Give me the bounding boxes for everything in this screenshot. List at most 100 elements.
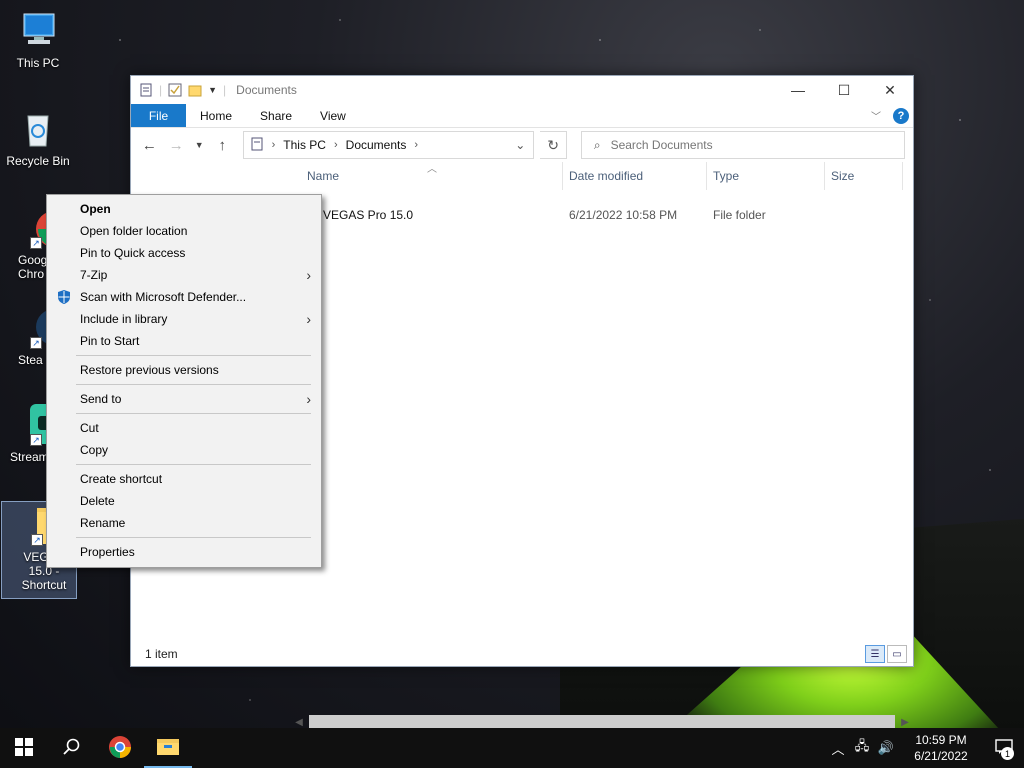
chevron-up-icon[interactable]: ︿ <box>826 739 850 758</box>
clock-date: 6/21/2022 <box>914 749 968 763</box>
scroll-left-icon[interactable]: ◀ <box>291 717 307 728</box>
menu-item-open-folder-location[interactable]: Open folder location <box>47 220 321 242</box>
menu-item-open[interactable]: Open <box>47 198 321 220</box>
file-date: 6/21/2022 10:58 PM <box>569 208 678 222</box>
maximize-icon[interactable]: ☐ <box>821 76 867 104</box>
refresh-icon[interactable]: ↻ <box>540 131 567 159</box>
menu-separator <box>76 413 311 414</box>
tab-share[interactable]: Share <box>246 104 306 127</box>
file-row[interactable]: VEGAS Pro 15.0 6/21/2022 10:58 PM File f… <box>301 204 903 226</box>
menu-separator <box>76 464 311 465</box>
back-arrow-icon[interactable]: ← <box>139 134 160 156</box>
address-bar[interactable]: › This PC › Documents › ⌄ <box>242 131 535 159</box>
menu-item-scan-defender[interactable]: Scan with Microsoft Defender... <box>47 286 321 308</box>
help-icon[interactable]: ? <box>893 107 909 124</box>
forward-arrow-icon[interactable]: → <box>166 134 187 156</box>
monitor-icon <box>16 8 60 52</box>
shortcut-arrow-icon: ↗ <box>31 534 43 546</box>
menu-item-include-in-library[interactable]: Include in library › <box>47 308 321 330</box>
breadcrumb-separator[interactable]: › <box>334 139 338 151</box>
menu-separator <box>76 355 311 356</box>
location-icon <box>250 137 264 154</box>
ribbon-tabs: File Home Share View ﹀ ? <box>131 104 913 128</box>
menu-item-create-shortcut[interactable]: Create shortcut <box>47 468 321 490</box>
minimize-icon[interactable]: — <box>775 76 821 104</box>
context-menu: Open Open folder location Pin to Quick a… <box>46 194 322 568</box>
quick-access-toolbar: | ▼ | <box>139 83 226 97</box>
navigation-bar: ← → ▼ ↑ › This PC › Documents › ⌄ ↻ ⌕ <box>131 128 913 162</box>
taskbar-chrome[interactable] <box>96 728 144 768</box>
new-folder-icon[interactable] <box>188 83 202 97</box>
menu-item-pin-to-quick-access[interactable]: Pin to Quick access <box>47 242 321 264</box>
breadcrumb-this-pc[interactable]: This PC <box>283 138 326 152</box>
menu-item-restore-previous-versions[interactable]: Restore previous versions <box>47 359 321 381</box>
clock[interactable]: 10:59 PM 6/21/2022 <box>904 732 978 764</box>
column-size[interactable]: Size <box>825 162 903 190</box>
menu-item-delete[interactable]: Delete <box>47 490 321 512</box>
file-type: File folder <box>713 208 766 222</box>
shortcut-arrow-icon: ↗ <box>30 337 42 349</box>
expand-ribbon-icon[interactable]: ﹀ <box>871 108 881 123</box>
breadcrumb-documents[interactable]: Documents <box>346 138 407 152</box>
status-bar: 1 item ☰ ▭ <box>131 642 913 666</box>
tab-view[interactable]: View <box>306 104 360 127</box>
clock-time: 10:59 PM <box>915 733 967 747</box>
taskbar: ︿ 🖧 🔊 10:59 PM 6/21/2022 1 <box>0 728 1024 768</box>
recent-locations-icon[interactable]: ▼ <box>193 134 206 156</box>
menu-item-7zip[interactable]: 7-Zip › <box>47 264 321 286</box>
desktop-icon-this-pc[interactable]: This PC <box>0 8 76 70</box>
notification-badge: 1 <box>1001 747 1014 760</box>
shortcut-arrow-icon: ↗ <box>30 434 42 446</box>
menu-item-copy[interactable]: Copy <box>47 439 321 461</box>
defender-shield-icon <box>56 289 72 305</box>
column-date-modified[interactable]: Date modified <box>563 162 707 190</box>
tab-home[interactable]: Home <box>186 104 246 127</box>
search-button[interactable] <box>48 728 96 768</box>
menu-separator <box>76 537 311 538</box>
search-box[interactable]: ⌕ <box>580 131 905 159</box>
recycle-bin-icon <box>16 106 60 150</box>
submenu-arrow-icon: › <box>306 311 311 327</box>
menu-item-cut[interactable]: Cut <box>47 417 321 439</box>
breadcrumb-separator[interactable]: › <box>414 139 418 151</box>
breadcrumb-separator[interactable]: › <box>272 139 276 151</box>
scroll-right-icon[interactable]: ▶ <box>897 717 913 728</box>
windows-logo-icon <box>15 737 33 759</box>
window-title: Documents <box>236 83 297 97</box>
customize-toolbar-icon[interactable]: ▼ <box>208 85 217 95</box>
start-button[interactable] <box>0 728 48 768</box>
taskbar-file-explorer[interactable] <box>144 728 192 768</box>
file-explorer-icon <box>156 736 180 759</box>
file-name: VEGAS Pro 15.0 <box>323 208 414 222</box>
menu-item-send-to[interactable]: Send to › <box>47 388 321 410</box>
chrome-icon <box>108 735 132 762</box>
column-type[interactable]: Type <box>707 162 825 190</box>
toolbar-divider: | <box>159 83 163 97</box>
menu-separator <box>76 384 311 385</box>
submenu-arrow-icon: › <box>306 391 311 407</box>
details-view-icon[interactable]: ☰ <box>865 645 885 663</box>
item-count: 1 item <box>145 647 178 661</box>
scrollbar-thumb[interactable] <box>309 715 895 729</box>
large-icons-view-icon[interactable]: ▭ <box>887 645 907 663</box>
properties-icon[interactable] <box>139 83 153 97</box>
toolbar-divider: | <box>223 83 227 97</box>
volume-icon[interactable]: 🔊 <box>874 740 898 756</box>
search-input[interactable] <box>610 138 891 152</box>
search-icon: ⌕ <box>593 137 601 152</box>
desktop-icon-recycle-bin[interactable]: Recycle Bin <box>0 106 76 168</box>
menu-item-pin-to-start[interactable]: Pin to Start <box>47 330 321 352</box>
column-name[interactable]: Name <box>301 162 563 190</box>
system-tray: ︿ 🖧 🔊 10:59 PM 6/21/2022 1 <box>826 728 1024 768</box>
menu-item-properties[interactable]: Properties <box>47 541 321 563</box>
tab-file[interactable]: File <box>131 104 186 127</box>
network-icon[interactable]: 🖧 <box>850 737 874 759</box>
address-dropdown-icon[interactable]: ⌄ <box>507 138 533 152</box>
title-bar[interactable]: | ▼ | Documents — ☐ ✕ <box>131 76 913 104</box>
shortcut-arrow-icon: ↗ <box>30 237 42 249</box>
checkmark-icon[interactable] <box>168 83 182 97</box>
menu-item-rename[interactable]: Rename <box>47 512 321 534</box>
notification-button[interactable]: 1 <box>984 728 1024 768</box>
close-icon[interactable]: ✕ <box>867 76 913 104</box>
up-arrow-icon[interactable]: ↑ <box>212 134 233 156</box>
